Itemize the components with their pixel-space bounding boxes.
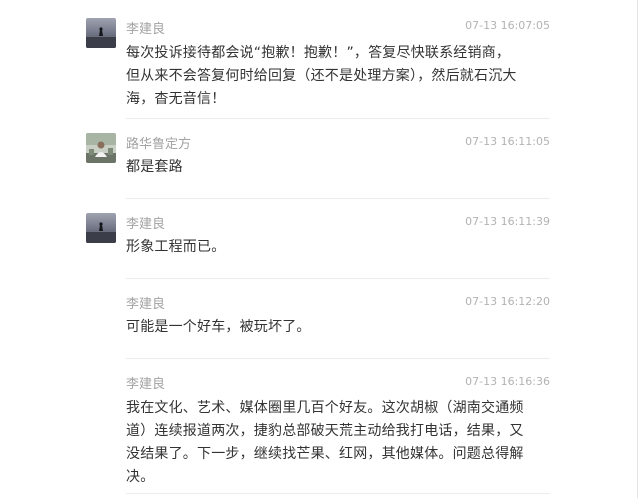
comment-text-line: 我在文化、艺术、媒体圈里几百个好友。这次胡椒（湖南交通频 [126,400,524,416]
comment-author[interactable]: 李建良 [126,297,165,313]
comment-timestamp: 07-13 16:16:36 [465,375,550,388]
comment-divider [126,358,550,359]
comment-text-line: 道）连续报道两次，捷豹总部破天荒主动给我打电话，结果，又 [126,423,524,439]
comment-timestamp: 07-13 16:11:39 [465,215,550,228]
comment-text-line: 但从来不会答复何时给回复（还不是处理方案），然后就石沉大 [126,68,517,84]
comment-author[interactable]: 李建良 [126,22,165,38]
comment-divider [126,493,550,494]
comment-text-line: 都是套路 [126,159,183,175]
comment-body: 每次投诉接待都会说“抱歉！抱歉！”，答复尽快联系经销商， 但从来不会答复何时给回… [126,42,532,111]
comment-body: 都是套路 [126,156,532,179]
lake-silhouette-avatar[interactable] [86,213,116,243]
comment-divider [126,198,550,199]
comment-body: 可能是一个好车，被玩坏了。 [126,316,532,339]
comment-text-line: 没结果了。下一步，继续找芒果、红网，其他媒体。问题总得解 [126,446,524,462]
comment-text-line: 形象工程而已。 [126,239,226,255]
comment-timestamp: 07-13 16:07:05 [465,19,550,32]
comment-author[interactable]: 李建良 [126,217,165,233]
comment-divider [126,278,550,279]
comment-timestamp: 07-13 16:11:05 [465,135,550,148]
person-photo-avatar[interactable] [86,133,116,163]
comment-body: 形象工程而已。 [126,236,532,259]
comment-text-line: 海，杳无音信！ [126,91,226,107]
comment-author[interactable]: 路华鲁定方 [126,137,191,153]
comment-text-line: 可能是一个好车，被玩坏了。 [126,319,311,335]
comment-timestamp: 07-13 16:12:20 [465,295,550,308]
comment-body: 我在文化、艺术、媒体圈里几百个好友。这次胡椒（湖南交通频 道）连续报道两次，捷豹… [126,397,532,489]
comment-text-line: 决。 [126,469,155,485]
lake-silhouette-avatar[interactable] [86,18,116,48]
comment-author[interactable]: 李建良 [126,377,165,393]
comment-divider [126,118,550,119]
comment-text-line: 每次投诉接待都会说“抱歉！抱歉！”，答复尽快联系经销商， [126,45,511,61]
